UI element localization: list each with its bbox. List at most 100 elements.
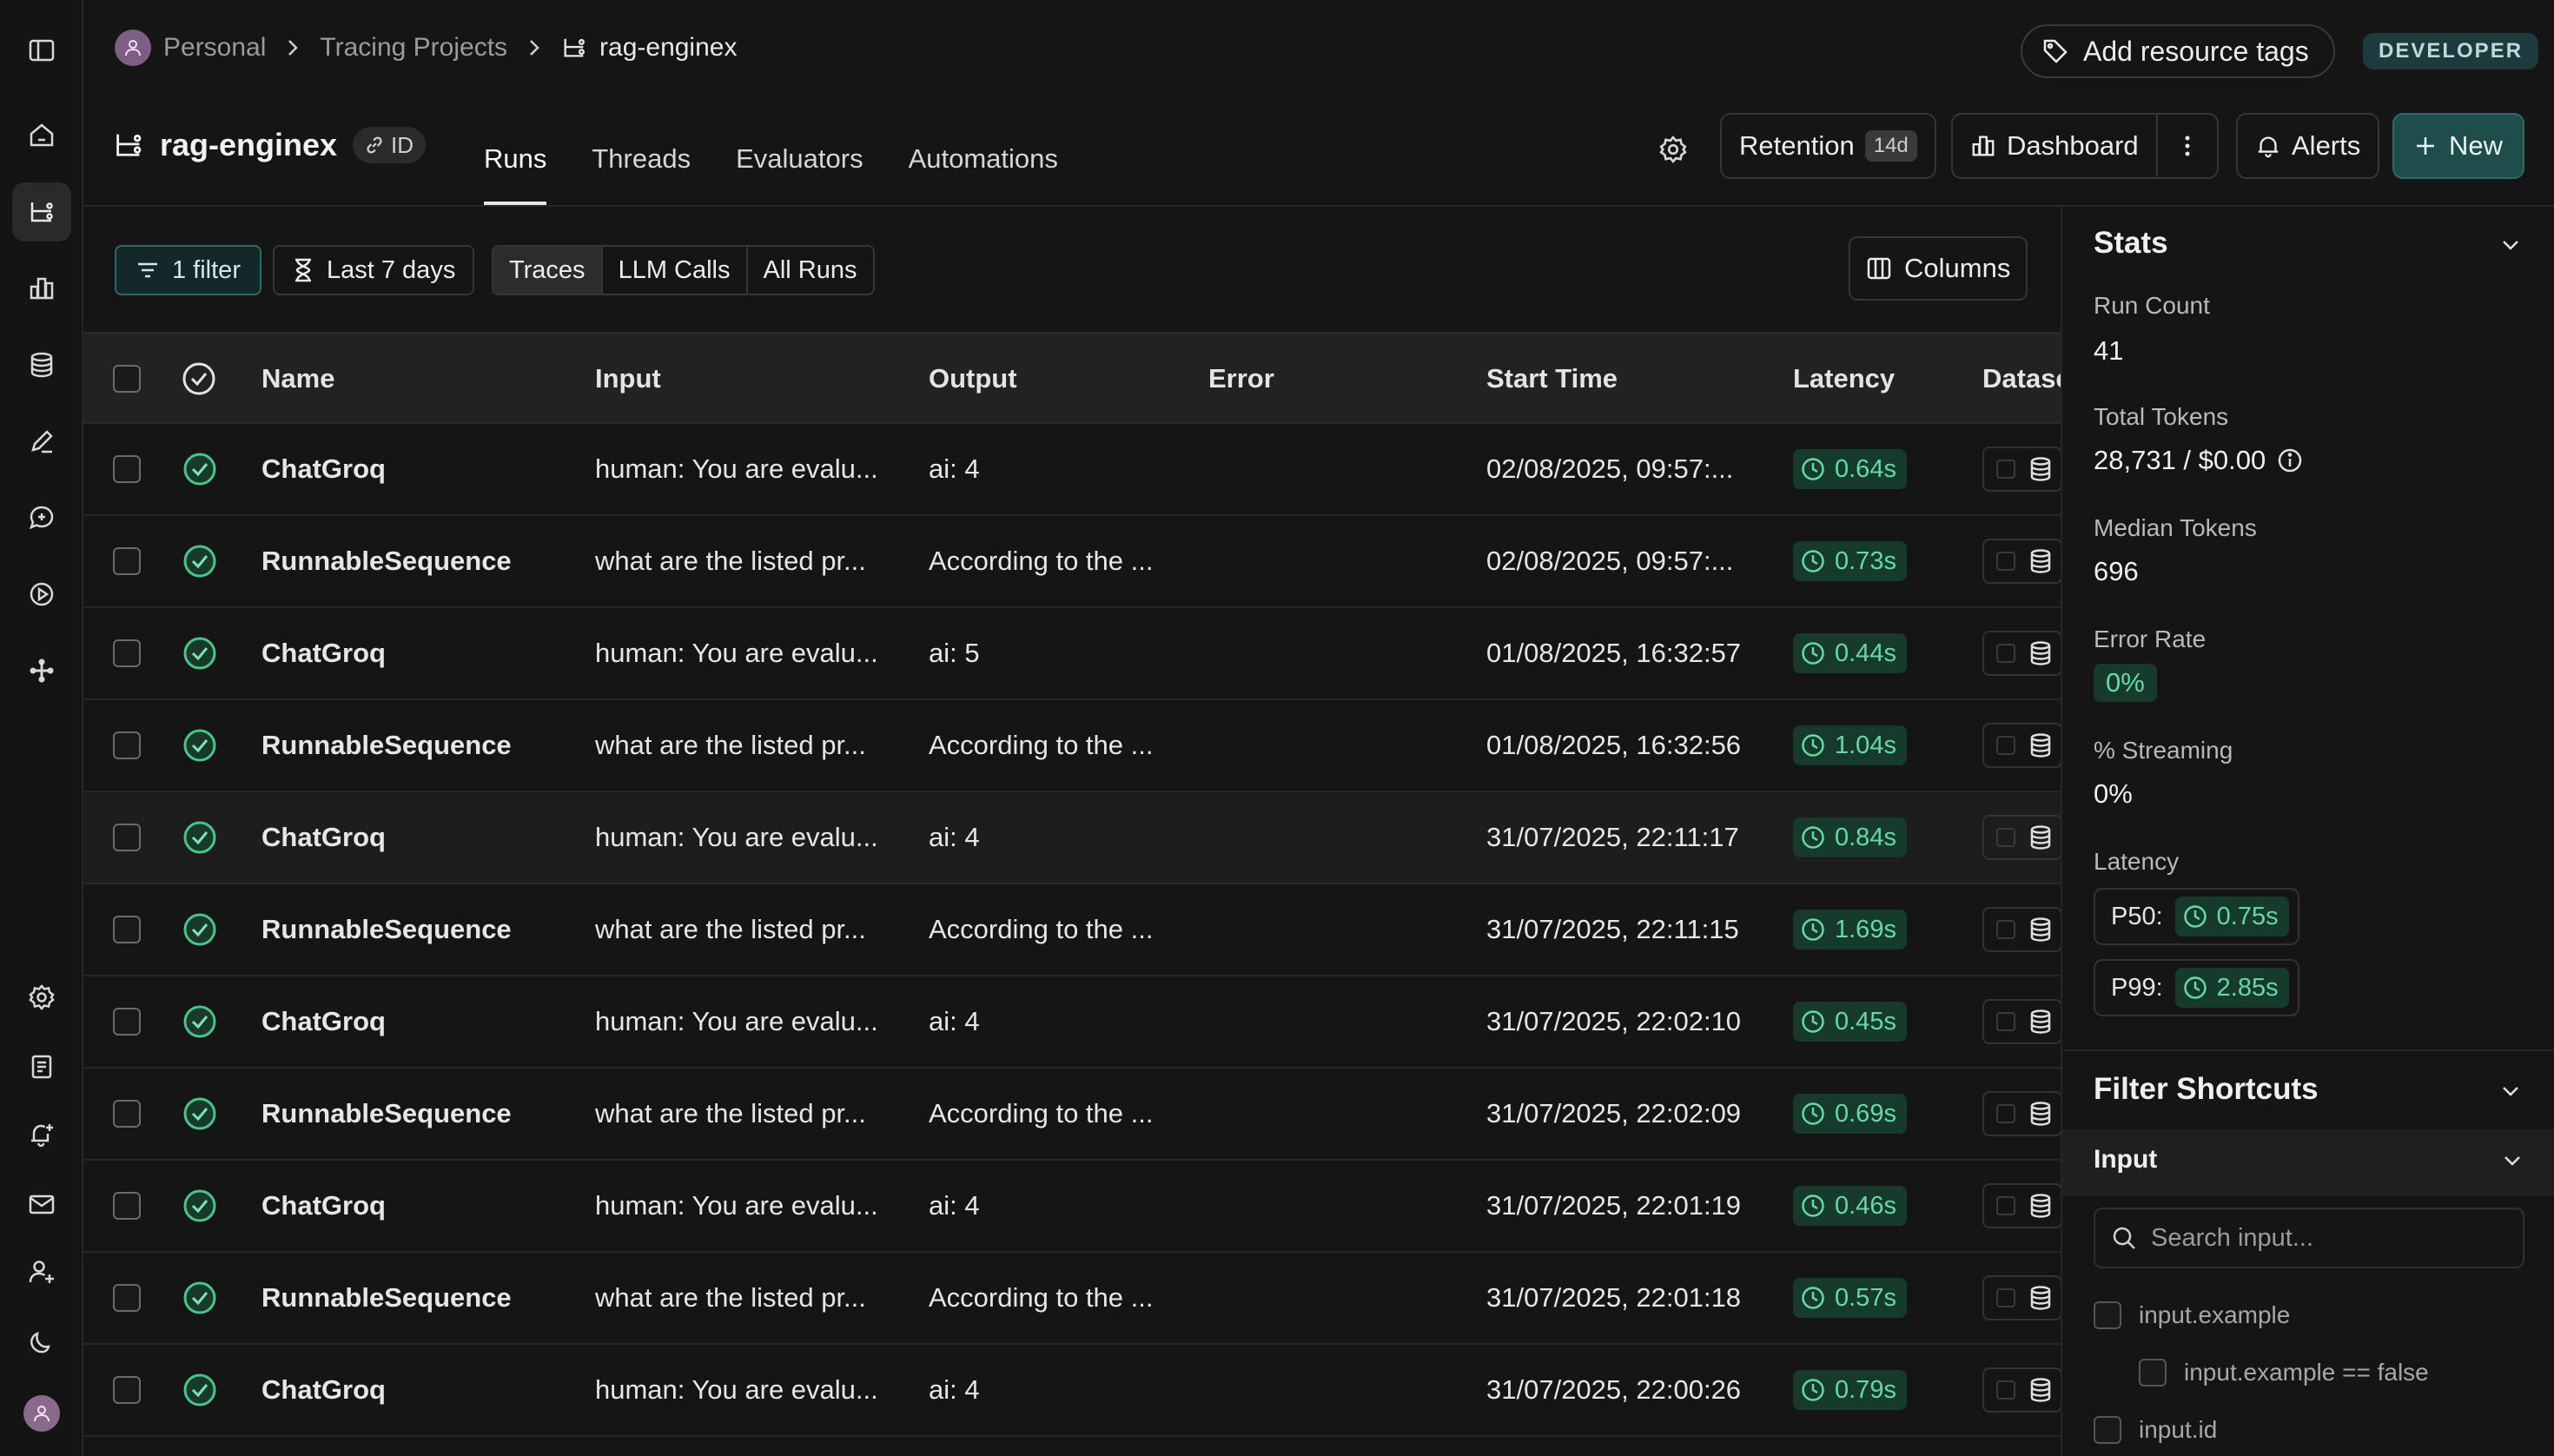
row-checkbox[interactable] — [113, 1376, 141, 1404]
run-name[interactable]: ChatGroq — [261, 1345, 386, 1435]
segment-llm-calls[interactable]: LLM Calls — [603, 247, 748, 294]
more-options-button[interactable] — [2156, 113, 2219, 179]
dataset-checkbox[interactable] — [1996, 1104, 2015, 1123]
filter-option-input-id[interactable]: input.id — [2094, 1416, 2217, 1444]
run-name[interactable]: ChatGroq — [261, 1161, 386, 1251]
column-header-output[interactable]: Output — [929, 334, 1017, 424]
row-checkbox[interactable] — [113, 1284, 141, 1312]
add-to-dataset-cell[interactable] — [1982, 447, 2061, 492]
column-header-name[interactable]: Name — [261, 334, 334, 424]
tab-threads[interactable]: Threads — [592, 113, 691, 205]
add-to-dataset-cell[interactable] — [1982, 907, 2061, 952]
settings-icon[interactable] — [12, 968, 71, 1027]
chevron-down-icon[interactable] — [2498, 233, 2523, 257]
breadcrumb-section[interactable]: Tracing Projects — [320, 33, 507, 63]
table-row[interactable]: ChatGroq human: You are evalu... ai: 4 31/0… — [83, 976, 2061, 1069]
chevron-down-icon[interactable] — [2498, 1079, 2523, 1103]
database-icon[interactable] — [12, 335, 71, 394]
dataset-checkbox[interactable] — [1996, 920, 2015, 939]
network-icon[interactable] — [12, 641, 71, 700]
column-header-latency[interactable]: Latency — [1793, 334, 1895, 424]
table-row[interactable]: ChatGroq human: You are evalu... ai: 4 31/0… — [83, 792, 2061, 884]
dataset-checkbox[interactable] — [1996, 1012, 2015, 1031]
row-checkbox[interactable] — [113, 824, 141, 851]
mail-icon[interactable] — [12, 1175, 71, 1234]
run-name[interactable]: RunnableSequence — [261, 884, 512, 975]
pen-icon[interactable] — [12, 412, 71, 471]
search-input-field[interactable]: Search input... — [2094, 1208, 2524, 1268]
filter-checkbox[interactable] — [2094, 1416, 2121, 1444]
add-to-dataset-cell[interactable] — [1982, 539, 2061, 584]
home-icon[interactable] — [12, 106, 71, 165]
dataset-checkbox[interactable] — [1996, 552, 2015, 571]
table-row[interactable]: RunnableSequence what are the listed pr..… — [83, 700, 2061, 792]
add-to-dataset-cell[interactable] — [1982, 631, 2061, 676]
breadcrumb-project[interactable]: rag-enginex — [561, 33, 737, 63]
column-header-start-time[interactable]: Start Time — [1486, 334, 1618, 424]
filter-checkbox[interactable] — [2139, 1359, 2167, 1387]
dataset-checkbox[interactable] — [1996, 828, 2015, 847]
columns-button[interactable]: Columns — [1849, 236, 2028, 301]
dataset-checkbox[interactable] — [1996, 1380, 2015, 1400]
segment-traces[interactable]: Traces — [493, 247, 603, 294]
add-to-dataset-cell[interactable] — [1982, 1275, 2061, 1320]
column-header-dataset[interactable]: Datase — [1982, 334, 2061, 424]
project-settings-button[interactable] — [1651, 127, 1696, 172]
column-header-error[interactable]: Error — [1208, 334, 1274, 424]
breadcrumb-workspace[interactable]: Personal — [163, 33, 266, 63]
table-row[interactable]: ChatGroq human: You are evalu... ai: 4 02/0… — [83, 424, 2061, 516]
dataset-checkbox[interactable] — [1996, 1288, 2015, 1307]
moon-icon[interactable] — [12, 1312, 71, 1371]
column-header-input[interactable]: Input — [595, 334, 661, 424]
table-row[interactable]: RunnableSequence what are the listed pr..… — [83, 1253, 2061, 1345]
add-to-dataset-cell[interactable] — [1982, 815, 2061, 860]
run-name[interactable]: RunnableSequence — [261, 700, 512, 791]
info-icon[interactable] — [2276, 447, 2304, 474]
run-name[interactable]: RunnableSequence — [261, 1253, 512, 1343]
add-to-dataset-cell[interactable] — [1982, 723, 2061, 768]
copy-id-button[interactable]: ID — [353, 127, 427, 163]
row-checkbox[interactable] — [113, 1100, 141, 1128]
document-icon[interactable] — [12, 1037, 71, 1096]
row-checkbox[interactable] — [113, 731, 141, 759]
table-row[interactable]: ChatGroq human: You are evalu... ai: 4 31/0… — [83, 1161, 2061, 1253]
table-row[interactable]: RunnableSequence what are the listed pr..… — [83, 884, 2061, 976]
input-filter-group[interactable]: Input — [2062, 1129, 2554, 1195]
dashboard-button[interactable]: Dashboard — [1951, 113, 2156, 179]
table-row[interactable]: RunnableSequence what are the listed pr..… — [83, 1069, 2061, 1161]
table-row[interactable]: ChatGroq human: You are evalu... ai: 5 01/0… — [83, 608, 2061, 700]
chat-icon[interactable] — [12, 488, 71, 547]
row-checkbox[interactable] — [113, 1008, 141, 1036]
add-to-dataset-cell[interactable] — [1982, 1183, 2061, 1228]
row-checkbox[interactable] — [113, 547, 141, 575]
tracing-icon[interactable] — [12, 182, 71, 242]
table-row[interactable]: ChatGroq human: You are evalu... ai: 4 31/0… — [83, 1345, 2061, 1437]
row-checkbox[interactable] — [113, 455, 141, 483]
row-checkbox[interactable] — [113, 639, 141, 667]
row-checkbox[interactable] — [113, 1192, 141, 1220]
add-to-dataset-cell[interactable] — [1982, 999, 2061, 1044]
filter-button[interactable]: 1 filter — [115, 245, 261, 295]
dataset-checkbox[interactable] — [1996, 736, 2015, 755]
alerts-button[interactable]: Alerts — [2236, 113, 2380, 179]
row-checkbox[interactable] — [113, 916, 141, 943]
filter-option-input-example[interactable]: input.example — [2094, 1301, 2290, 1329]
run-name[interactable]: ChatGroq — [261, 608, 386, 698]
user-avatar[interactable] — [23, 1395, 60, 1432]
run-name[interactable]: ChatGroq — [261, 792, 386, 883]
sidebar-toggle-icon[interactable] — [12, 21, 71, 80]
tab-evaluators[interactable]: Evaluators — [736, 113, 863, 205]
filter-checkbox[interactable] — [2094, 1301, 2121, 1329]
tab-runs[interactable]: Runs — [484, 113, 547, 205]
run-name[interactable]: RunnableSequence — [261, 516, 512, 606]
retention-button[interactable]: Retention 14d — [1720, 113, 1936, 179]
new-button[interactable]: New — [2392, 113, 2524, 179]
time-range-button[interactable]: Last 7 days — [273, 245, 475, 295]
add-resource-tags-button[interactable]: Add resource tags — [2021, 24, 2335, 78]
add-to-dataset-cell[interactable] — [1982, 1367, 2061, 1413]
run-name[interactable]: RunnableSequence — [261, 1069, 512, 1159]
user-plus-icon[interactable] — [12, 1242, 71, 1301]
dataset-checkbox[interactable] — [1996, 644, 2015, 663]
dataset-checkbox[interactable] — [1996, 1196, 2015, 1215]
dataset-checkbox[interactable] — [1996, 460, 2015, 479]
